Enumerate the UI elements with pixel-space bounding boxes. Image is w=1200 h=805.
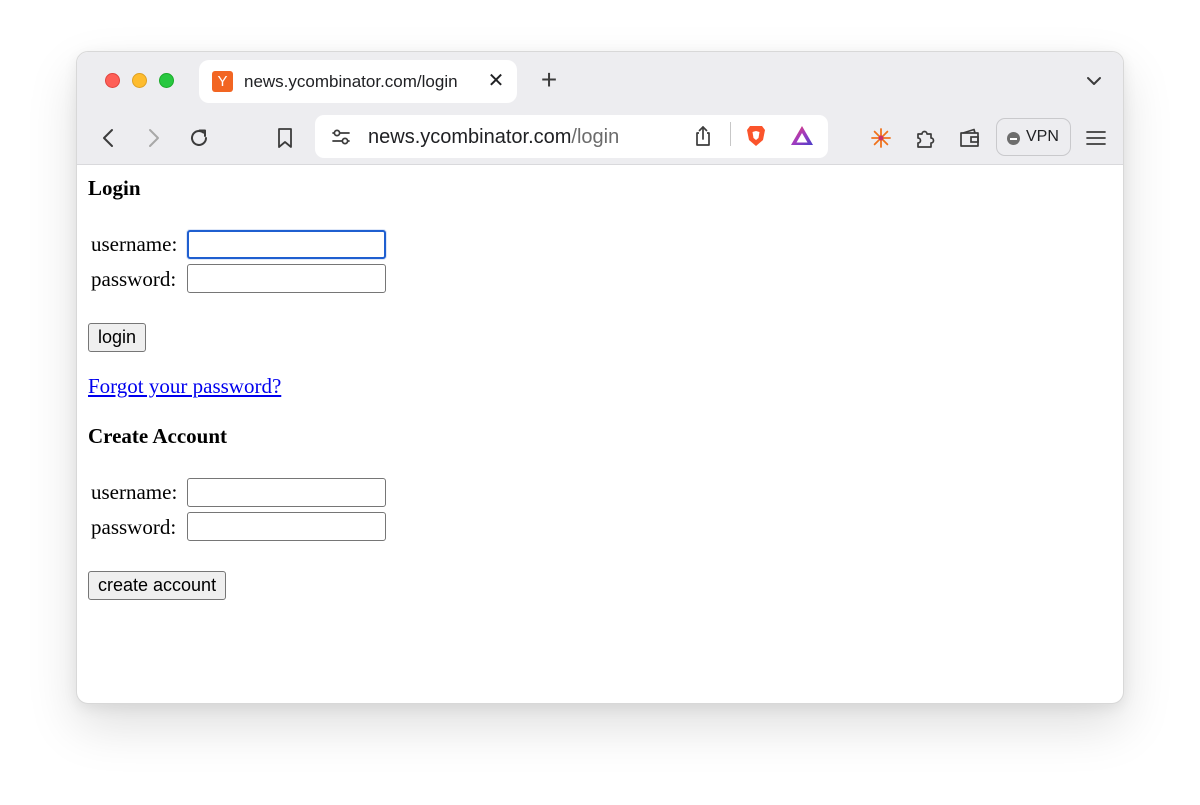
toolbar: news.ycombinator.com/login VPN <box>77 109 1123 165</box>
vpn-button[interactable]: VPN <box>996 118 1071 156</box>
back-icon[interactable] <box>96 125 122 151</box>
create-account-button[interactable]: create account <box>88 571 227 600</box>
create-username-input[interactable] <box>187 478 386 507</box>
active-tab[interactable]: Y news.ycombinator.com/login ✕ <box>199 60 517 103</box>
tab-list-chevron-icon[interactable] <box>1083 70 1105 92</box>
ycombinator-favicon-icon: Y <box>212 71 233 92</box>
address-bar[interactable]: news.ycombinator.com/login <box>315 115 828 158</box>
create-username-label: username: <box>91 480 178 504</box>
minimize-window-button[interactable] <box>132 73 147 88</box>
create-account-heading: Create Account <box>88 424 227 448</box>
leo-ai-icon[interactable] <box>868 125 894 151</box>
wallet-icon[interactable] <box>957 125 983 151</box>
url-text[interactable]: news.ycombinator.com/login <box>368 126 619 148</box>
browser-window: Y news.ycombinator.com/login ✕ + news.yc… <box>76 51 1124 704</box>
menu-icon[interactable] <box>1083 125 1109 151</box>
login-password-label: password: <box>91 267 177 291</box>
zoom-window-button[interactable] <box>159 73 174 88</box>
login-username-label: username: <box>91 232 178 256</box>
login-password-input[interactable] <box>187 264 386 293</box>
brave-rewards-icon[interactable] <box>789 123 815 149</box>
url-domain: news.ycombinator.com <box>368 126 572 148</box>
bookmark-icon[interactable] <box>272 125 298 151</box>
login-button[interactable]: login <box>88 323 147 352</box>
url-path: /login <box>571 126 620 148</box>
tab-title: news.ycombinator.com/login <box>244 72 458 91</box>
brave-shields-icon[interactable] <box>743 123 769 149</box>
new-tab-button[interactable]: + <box>535 66 563 94</box>
forward-icon[interactable] <box>140 125 166 151</box>
vpn-status-icon <box>1007 132 1020 145</box>
forgot-password-link[interactable]: Forgot your password? <box>88 374 281 398</box>
create-password-label: password: <box>91 515 177 539</box>
extensions-icon[interactable] <box>912 125 938 151</box>
page-content: Login username: password: login Forgot y… <box>77 166 1123 703</box>
tab-strip: Y news.ycombinator.com/login ✕ + <box>77 52 1123 109</box>
urlbar-divider <box>730 122 731 146</box>
vpn-label: VPN <box>1026 128 1059 145</box>
reload-icon[interactable] <box>186 125 212 151</box>
share-icon[interactable] <box>690 123 716 149</box>
create-password-input[interactable] <box>187 512 386 541</box>
login-username-input[interactable] <box>187 230 386 259</box>
tab-close-icon[interactable]: ✕ <box>485 70 507 92</box>
login-heading: Login <box>88 176 141 200</box>
site-settings-icon[interactable] <box>328 124 354 150</box>
close-window-button[interactable] <box>105 73 120 88</box>
